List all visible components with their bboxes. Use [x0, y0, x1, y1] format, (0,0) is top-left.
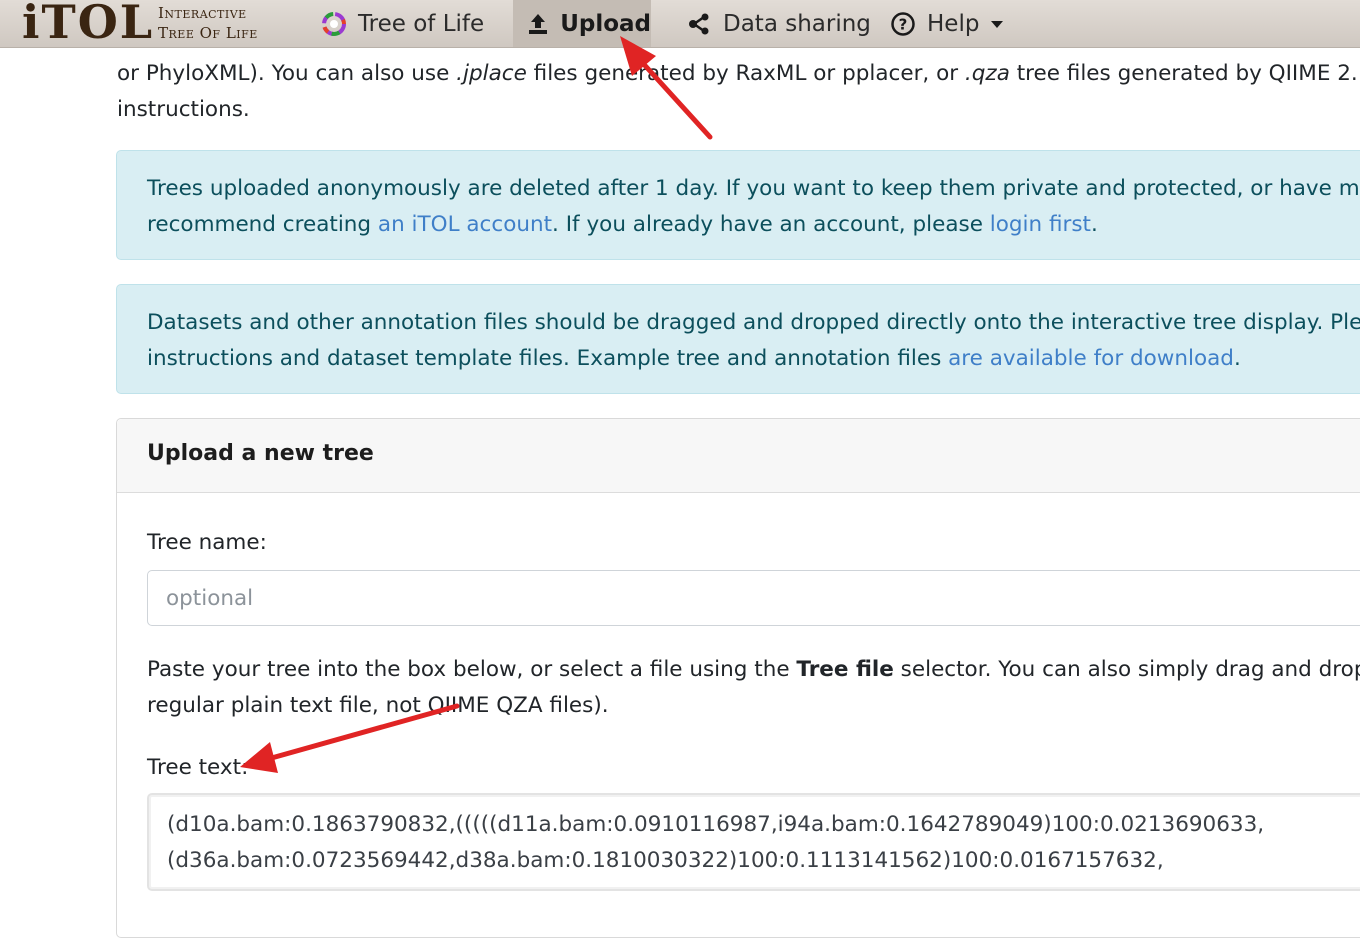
nav-label: Upload [560, 10, 651, 37]
card-header: Upload a new tree [117, 419, 1360, 493]
intro-line-2: instructions. [117, 97, 250, 122]
top-navbar: iTOL Interactive Tree Of Life Tree of Li… [0, 0, 1360, 50]
tree-upload-help-text: Paste your tree into the box below, or s… [147, 657, 1360, 718]
tree-name-label: Tree name: [147, 530, 267, 555]
help-circle-icon: ? [889, 10, 917, 38]
nav-upload[interactable]: Upload [513, 0, 651, 47]
intro-paragraph: or PhyloXML). You can also use .jplace f… [117, 56, 1360, 128]
upload-icon [525, 10, 550, 38]
nav-data-sharing[interactable]: Data sharing [685, 0, 871, 47]
page-content: or PhyloXML). You can also use .jplace f… [0, 0, 1360, 938]
nav-help-dropdown[interactable]: ? Help [889, 0, 1005, 47]
card-title: Upload a new tree [147, 441, 374, 466]
tree-text-label: Tree text: [147, 755, 249, 780]
nav-tree-of-life[interactable]: Tree of Life [320, 0, 484, 47]
caret-down-icon [989, 10, 1005, 38]
itol-logo[interactable]: iTOL [22, 0, 154, 50]
share-icon [685, 10, 713, 38]
download-examples-link[interactable]: are available for download [948, 346, 1234, 371]
svg-text:?: ? [899, 15, 908, 33]
intro-line-1: or PhyloXML). You can also use .jplace f… [117, 61, 1360, 86]
itol-logo-subtitle: Interactive Tree Of Life [158, 4, 258, 42]
tree-text-area[interactable]: (d10a.bam:0.1863790832,(((((d11a.bam:0.0… [147, 793, 1360, 891]
login-first-link[interactable]: login first [990, 212, 1091, 237]
anonymous-upload-alert: Trees uploaded anonymously are deleted a… [116, 150, 1360, 260]
tree-of-life-ring-icon [320, 10, 348, 38]
datasets-info-alert: Datasets and other annotation files shou… [116, 284, 1360, 394]
tree-name-input[interactable] [147, 570, 1360, 626]
upload-tree-card: Upload a new tree Tree name: Paste your … [116, 418, 1360, 938]
nav-label: Tree of Life [358, 10, 485, 37]
nav-label: Help [927, 10, 980, 37]
nav-label: Data sharing [723, 10, 871, 37]
itol-account-link[interactable]: an iTOL account [378, 212, 552, 237]
